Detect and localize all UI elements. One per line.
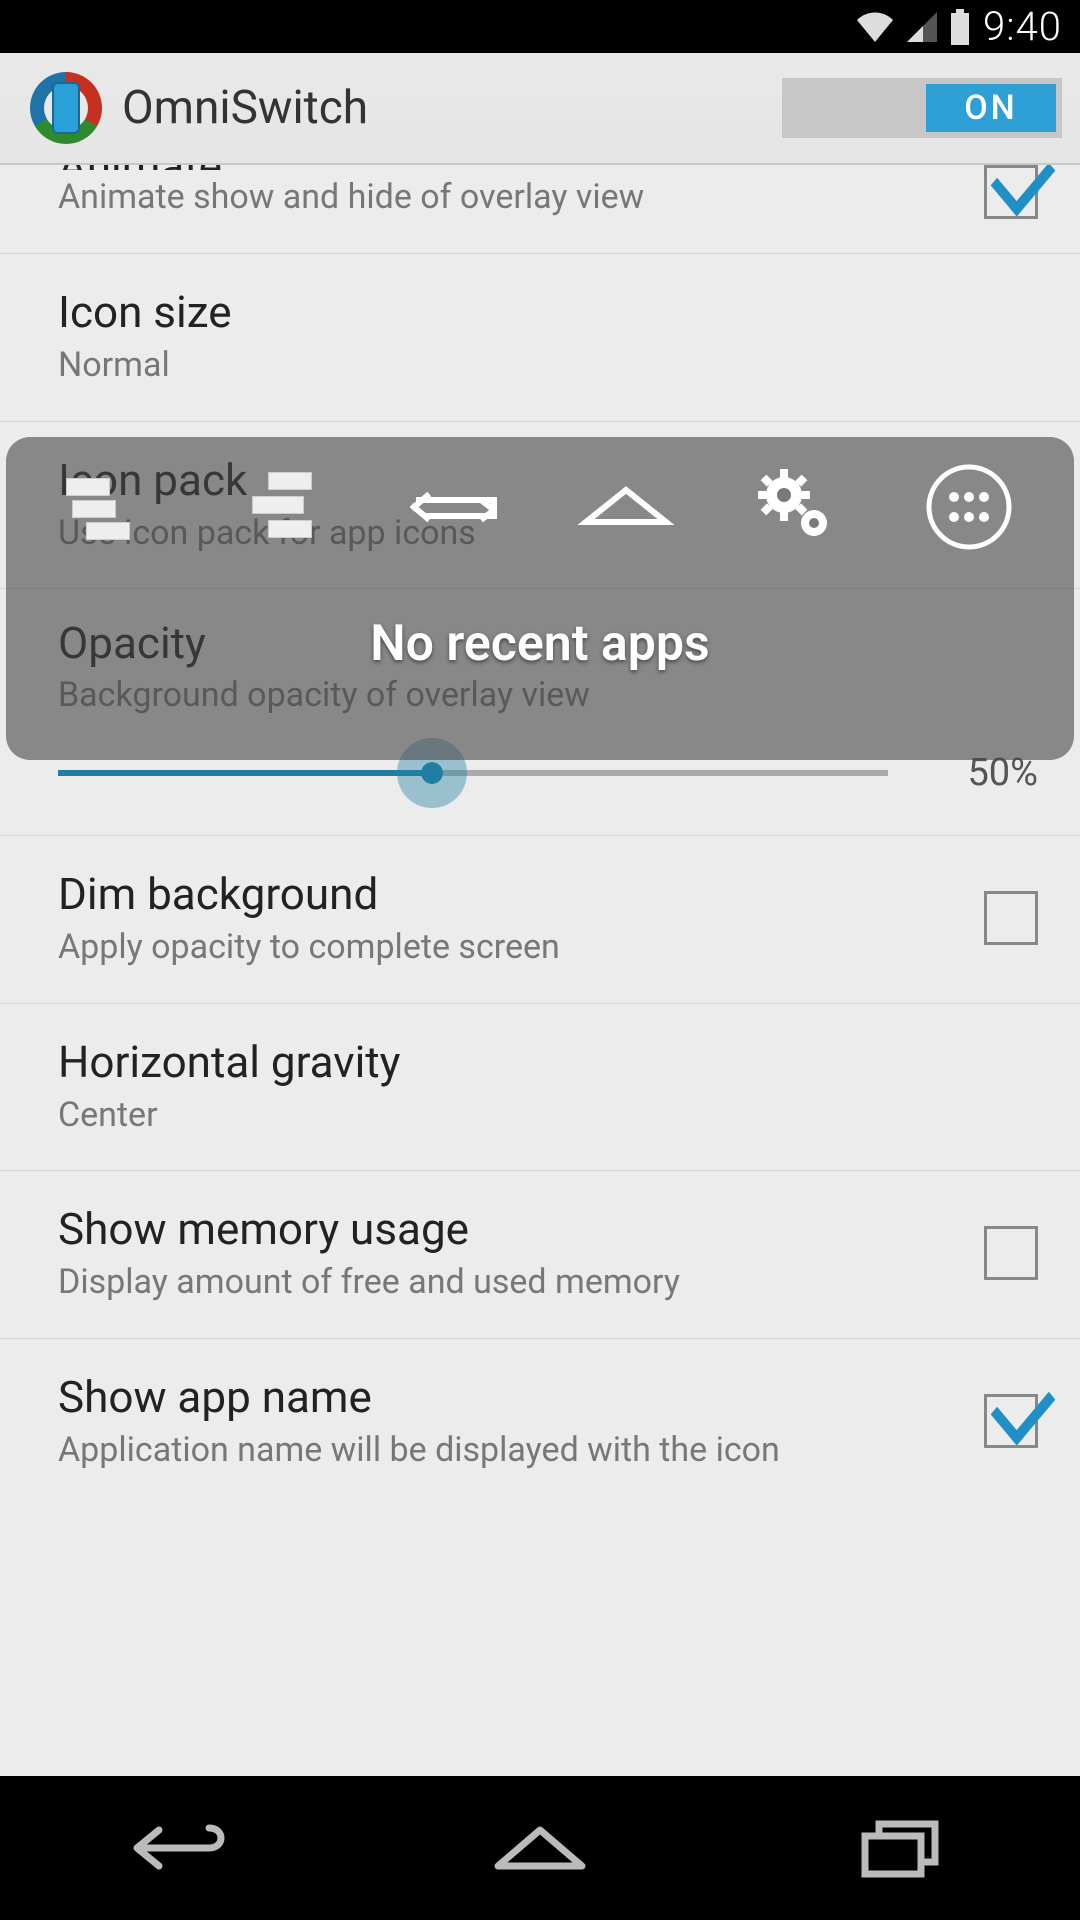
- nav-recents-button[interactable]: [800, 1808, 1000, 1888]
- setting-subtitle: Apply opacity to complete screen: [58, 926, 954, 969]
- nav-home-button[interactable]: [440, 1808, 640, 1888]
- nav-back-button[interactable]: [80, 1808, 280, 1888]
- setting-title: Show app name: [58, 1371, 954, 1423]
- overlay-toolbar: [6, 437, 1074, 557]
- app-title: OmniSwitch: [122, 81, 782, 135]
- status-bar: 9:40: [0, 0, 1080, 53]
- battery-icon: [949, 9, 971, 45]
- setting-show-memory[interactable]: Show memory usage Display amount of free…: [0, 1171, 1080, 1339]
- checkbox-show-name[interactable]: [984, 1394, 1038, 1448]
- overlay-message: No recent apps: [6, 557, 1074, 760]
- setting-show-app-name[interactable]: Show app name Application name will be d…: [0, 1339, 1080, 1506]
- omniswitch-overlay[interactable]: No recent apps: [6, 437, 1074, 760]
- last-app-icon[interactable]: [399, 467, 509, 547]
- setting-subtitle: Normal: [58, 344, 1008, 387]
- setting-title: Icon size: [58, 286, 1008, 338]
- setting-subtitle: Application name will be displayed with …: [58, 1429, 954, 1472]
- setting-title: Horizontal gravity: [58, 1036, 1008, 1088]
- screen: 9:40 OmniSwitch ON Animate Animate show …: [0, 0, 1080, 1920]
- setting-icon-size[interactable]: Icon size Normal: [0, 254, 1080, 422]
- setting-title: Dim background: [58, 868, 954, 920]
- close-all-right-icon[interactable]: [228, 467, 338, 547]
- checkbox-show-mem[interactable]: [984, 1226, 1038, 1280]
- status-time: 9:40: [983, 3, 1062, 50]
- app-icon: [30, 72, 102, 144]
- wifi-icon: [855, 10, 895, 44]
- setting-title: Show memory usage: [58, 1203, 954, 1255]
- action-bar: OmniSwitch ON: [0, 53, 1080, 165]
- close-all-left-icon[interactable]: [56, 467, 166, 547]
- toggle-on-label: ON: [926, 84, 1056, 132]
- settings-gears-icon[interactable]: [742, 467, 852, 547]
- setting-dim-background[interactable]: Dim background Apply opacity to complete…: [0, 836, 1080, 1004]
- opacity-slider[interactable]: [58, 770, 888, 776]
- setting-subtitle: Display amount of free and used memory: [58, 1261, 954, 1304]
- navigation-bar: [0, 1776, 1080, 1920]
- setting-title: Animate: [58, 165, 954, 170]
- checkbox-dim-bg[interactable]: [984, 891, 1038, 945]
- setting-subtitle: Animate show and hide of overlay view: [58, 176, 954, 219]
- master-toggle[interactable]: ON: [782, 78, 1062, 138]
- home-icon[interactable]: [571, 467, 681, 547]
- app-drawer-icon[interactable]: [914, 467, 1024, 547]
- cell-signal-icon: [905, 10, 939, 44]
- settings-list[interactable]: Animate Animate show and hide of overlay…: [0, 165, 1080, 1776]
- setting-horizontal-gravity[interactable]: Horizontal gravity Center: [0, 1004, 1080, 1172]
- checkbox-animate[interactable]: [984, 165, 1038, 219]
- setting-animate[interactable]: Animate Animate show and hide of overlay…: [0, 165, 1080, 254]
- setting-subtitle: Center: [58, 1094, 1008, 1137]
